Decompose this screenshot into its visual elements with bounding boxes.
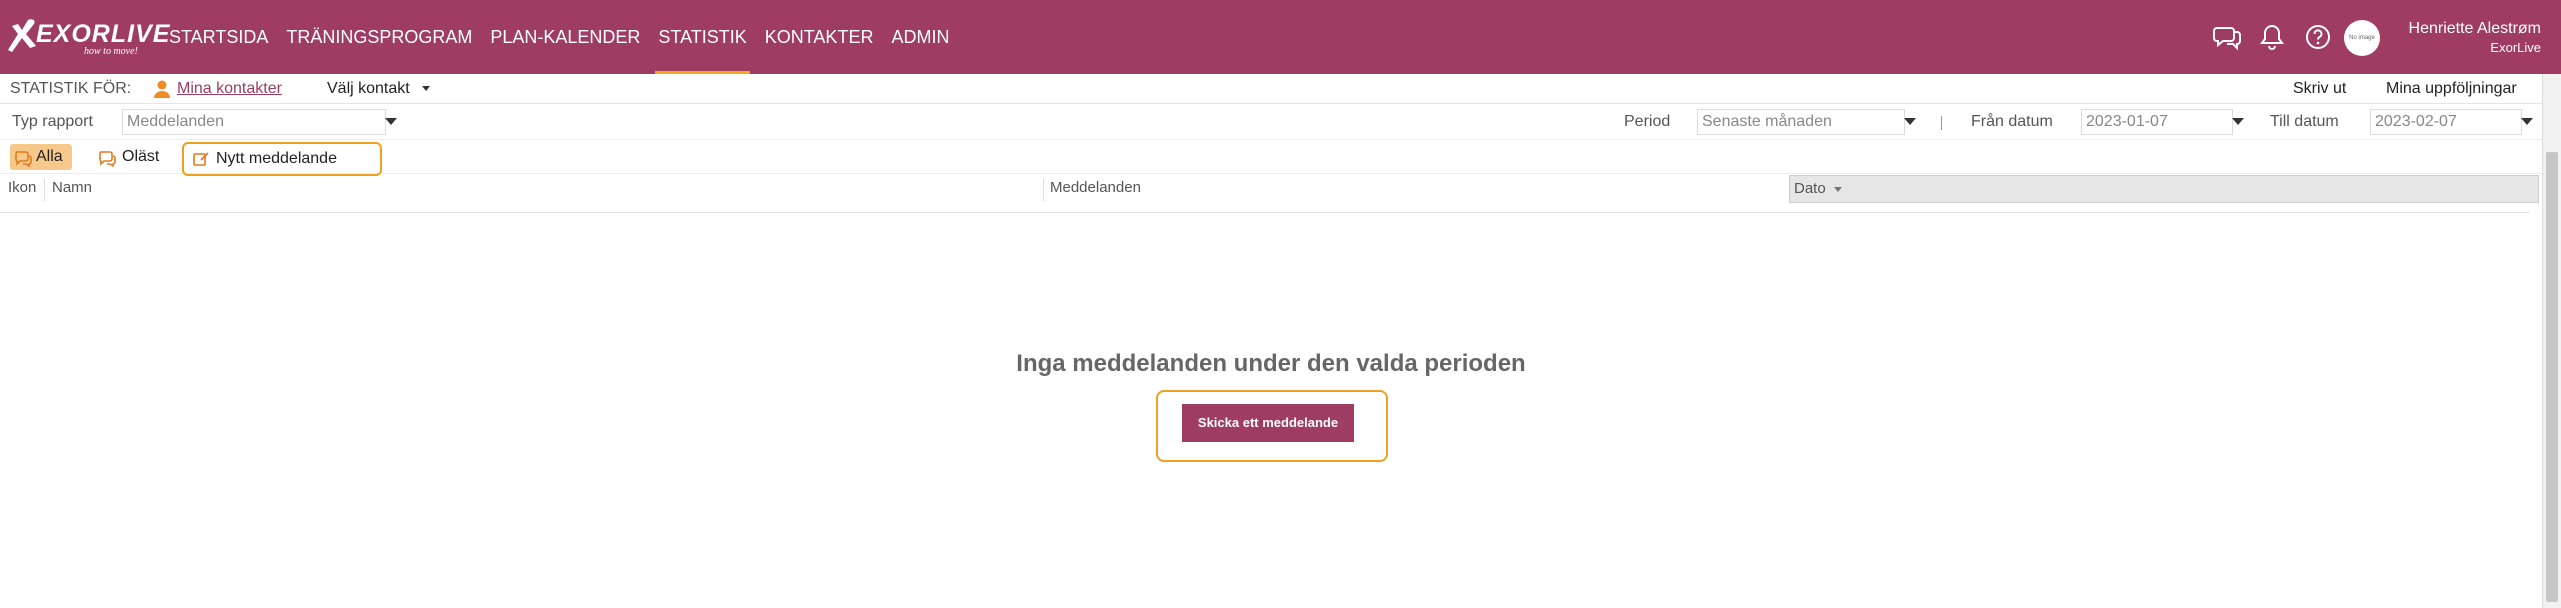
sort-desc-icon (1833, 186, 1842, 192)
filter-unread-label: Oläst (122, 148, 160, 165)
my-contacts-link[interactable]: Mina kontakter (177, 80, 282, 98)
main-nav: STARTSIDA TRÄNINGSPROGRAM PLAN-KALENDER … (160, 0, 958, 74)
nav-plan-kalender[interactable]: PLAN-KALENDER (481, 0, 649, 74)
report-type-caret-icon[interactable] (385, 118, 397, 125)
filter-all-label: Alla (36, 148, 63, 165)
chat-icon[interactable] (2213, 22, 2241, 52)
bell-icon[interactable] (2258, 22, 2286, 52)
print-link[interactable]: Skriv ut (2293, 80, 2346, 98)
from-date-input[interactable]: 2023-01-07 (2081, 109, 2233, 135)
column-header-date[interactable]: Dato (1789, 175, 2539, 203)
vertical-scrollbar[interactable] (2542, 74, 2561, 608)
column-header-icon[interactable]: Ikon (4, 175, 36, 203)
period-select[interactable]: Senaste månaden (1697, 109, 1905, 135)
report-filter-bar: Typ rapport Meddelanden Period Senaste m… (0, 104, 2542, 140)
nav-admin[interactable]: ADMIN (882, 0, 958, 74)
exorlive-logo[interactable]: EXORLIVE how to move! (6, 16, 169, 58)
help-icon[interactable] (2304, 22, 2332, 52)
column-separator (44, 179, 45, 201)
divider (1941, 116, 1942, 130)
to-date-label: Till datum (2270, 113, 2339, 130)
user-name[interactable]: Henriette Alestrøm (2409, 20, 2541, 38)
user-org: ExorLive (2490, 40, 2541, 55)
filter-unread-button[interactable]: Oläst (94, 144, 174, 170)
new-message-label: Nytt meddelande (216, 150, 337, 167)
nav-startsida[interactable]: STARTSIDA (160, 0, 277, 74)
caret-down-icon (422, 86, 431, 92)
report-type-label: Typ rapport (12, 113, 93, 130)
column-header-messages[interactable]: Meddelanden (1046, 175, 1141, 203)
to-date-input[interactable]: 2023-02-07 (2370, 109, 2522, 135)
compose-icon (193, 152, 209, 166)
logo-tagline: how to move! (84, 46, 138, 57)
from-date-label: Från datum (1971, 113, 2053, 130)
choose-contact-dropdown[interactable]: Välj kontakt (327, 80, 431, 98)
new-message-button[interactable]: Nytt meddelande (182, 142, 382, 176)
unread-messages-icon (99, 151, 116, 167)
nav-statistik[interactable]: STATISTIK (649, 0, 755, 74)
my-followups-link[interactable]: Mina uppföljningar (2386, 80, 2517, 98)
statistics-for-bar: STATISTIK FÖR: Mina kontakter Välj konta… (0, 74, 2542, 104)
from-date-caret-icon[interactable] (2232, 118, 2244, 125)
person-icon (154, 80, 170, 98)
period-caret-icon[interactable] (1904, 118, 1916, 125)
empty-state-message: Inga meddelanden under den valda periode… (1016, 350, 1526, 377)
choose-contact-label: Välj kontakt (327, 80, 410, 97)
messages-table-header: Ikon Namn Meddelanden Dato (0, 175, 2542, 203)
column-header-date-label: Dato (1794, 180, 1826, 197)
filter-all-button[interactable]: Alla (10, 144, 72, 170)
send-message-highlight: Skicka ett meddelande (1156, 390, 1388, 462)
logo-wordmark: EXORLIVE (36, 20, 171, 48)
report-type-select[interactable]: Meddelanden (122, 109, 386, 135)
scrollbar-thumb[interactable] (2546, 152, 2558, 602)
nav-kontakter[interactable]: KONTAKTER (756, 0, 883, 74)
column-separator (1043, 179, 1044, 201)
message-filter-bar: Alla Oläst Nytt meddelande (0, 140, 2542, 176)
avatar[interactable]: No image (2344, 20, 2380, 56)
top-navigation-bar: EXORLIVE how to move! STARTSIDA TRÄNINGS… (0, 0, 2561, 74)
statistics-for-label: STATISTIK FÖR: (10, 80, 132, 97)
period-label: Period (1624, 113, 1671, 130)
to-date-caret-icon[interactable] (2521, 118, 2533, 125)
send-message-button[interactable]: Skicka ett meddelande (1182, 404, 1354, 442)
messages-icon (15, 151, 32, 167)
nav-traningsprogram[interactable]: TRÄNINGSPROGRAM (277, 0, 481, 74)
column-header-name[interactable]: Namn (48, 175, 92, 203)
table-header-divider (0, 212, 2530, 213)
